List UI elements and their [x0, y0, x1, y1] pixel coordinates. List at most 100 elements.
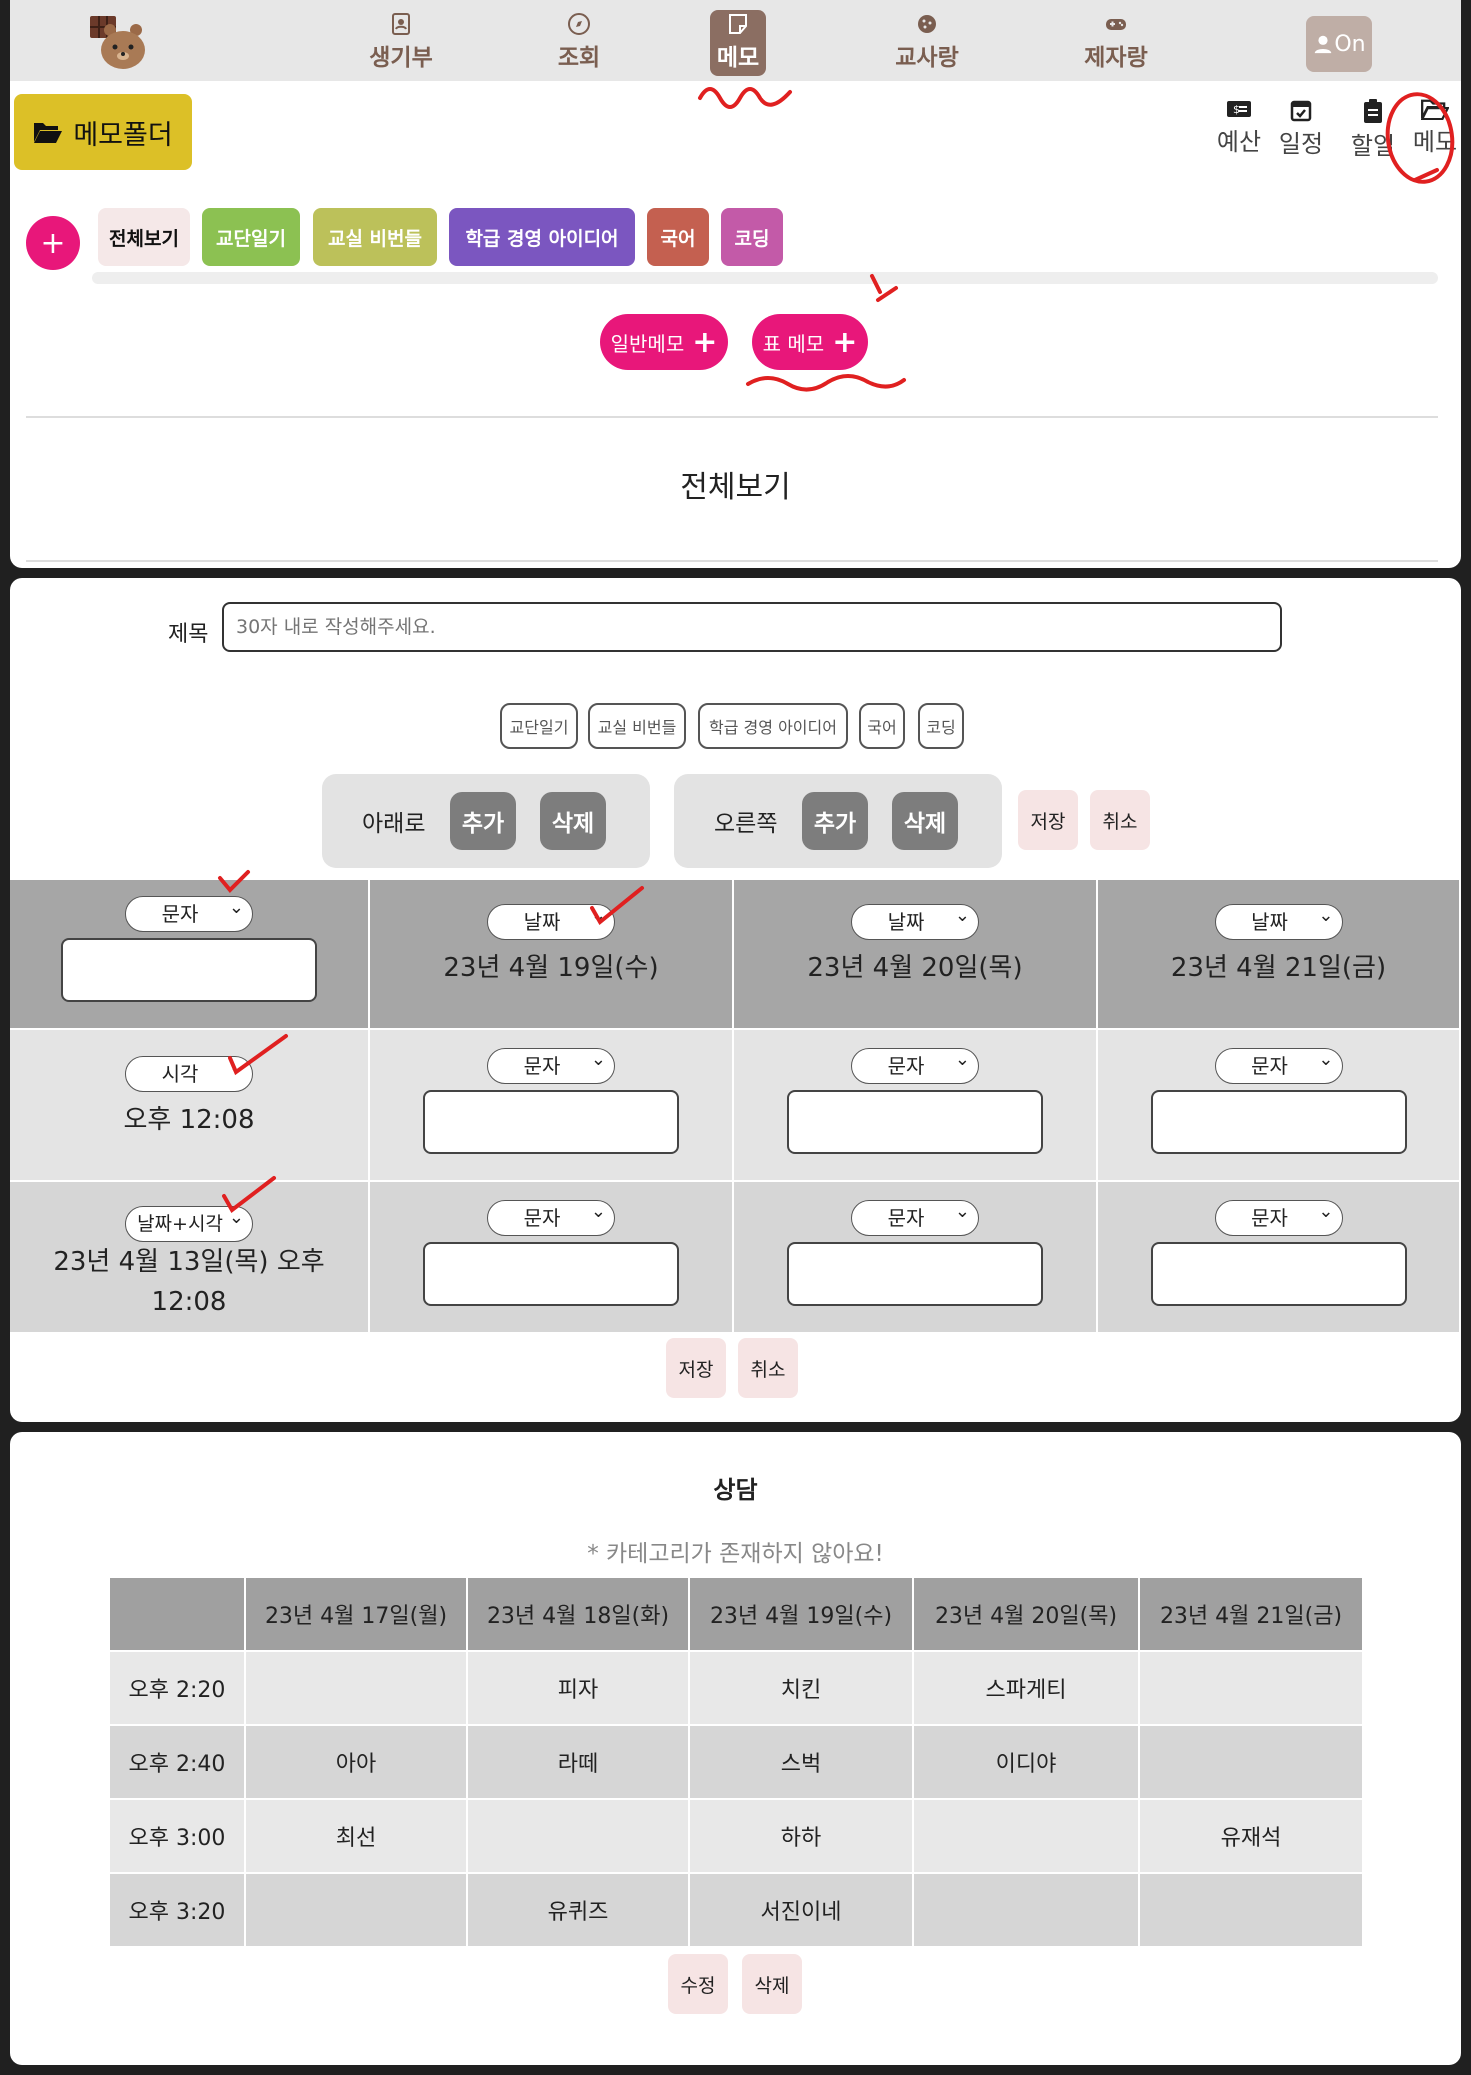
delete-column-button[interactable]: 삭제 [892, 792, 958, 850]
button-label: 삭제 [754, 1974, 790, 1997]
chip-label: 전체보기 [109, 227, 179, 250]
button-label: 취소 [750, 1358, 786, 1381]
category-chip[interactable]: 교단일기 [202, 208, 300, 266]
cell-type-select[interactable]: 날짜 [487, 899, 615, 940]
add-column-button[interactable]: 추가 [802, 792, 868, 850]
table-memo-editor: 제목 교단일기 교실 비번들 학급 경영 아이디어 국어 코딩 아래로 추가 삭… [10, 578, 1461, 1422]
cell-type-select[interactable]: 문자 [1214, 1043, 1343, 1084]
cell-text-input[interactable] [423, 1090, 679, 1154]
cell-type-select[interactable]: 문자 [1214, 1195, 1343, 1236]
category-chip[interactable]: 교실 비번들 [313, 208, 437, 266]
add-row-button[interactable]: 추가 [450, 792, 516, 850]
nav-item-teacher[interactable]: 교사랑 [882, 12, 972, 72]
table-cell: 날짜 23년 4월 20일(목) [734, 880, 1098, 1030]
cell-type-select[interactable]: 문자 [487, 1043, 615, 1084]
nav-item-lookup[interactable]: 조회 [534, 12, 624, 72]
cookie-icon [918, 15, 936, 33]
cell-type-select[interactable]: 날짜 [851, 899, 979, 940]
nav-item-saenggibu[interactable]: 생기부 [356, 12, 446, 72]
cell-text-input[interactable] [61, 938, 317, 1002]
table-cell [466, 1798, 690, 1874]
select-value: 문자 [1251, 1054, 1288, 1078]
category-toggle[interactable]: 교실 비번들 [588, 703, 686, 749]
delete-button[interactable]: 삭제 [742, 1954, 802, 2014]
category-toggle[interactable]: 학급 경영 아이디어 [698, 703, 848, 749]
cell-type-select[interactable]: 문자 [851, 1043, 979, 1084]
schedule-table: 23년 4월 17일(월) 23년 4월 18일(화) 23년 4월 19일(수… [108, 1576, 1364, 1948]
category-chip[interactable]: 학급 경영 아이디어 [449, 208, 635, 266]
calendar-check-icon [1290, 100, 1312, 122]
table-cell: 오후 2:20 [108, 1650, 246, 1726]
select-value: 문자 [523, 1206, 561, 1230]
bear-logo-icon[interactable] [88, 14, 150, 70]
cell-datetime-text: 23년 4월 13일(목) 오후 12:08 [53, 1247, 325, 1317]
title-input[interactable] [222, 602, 1282, 652]
save-button[interactable]: 저장 [1018, 790, 1078, 850]
cell-text-input[interactable] [787, 1242, 1043, 1306]
section-title: 전체보기 [680, 470, 791, 505]
category-toggle[interactable]: 국어 [859, 703, 905, 749]
table-row: 오후 3:20 유퀴즈 서진이네 [108, 1872, 1364, 1948]
button-label: 삭제 [903, 811, 947, 837]
memo-folder-button[interactable]: 메모폴더 [14, 94, 192, 170]
cell-type-select[interactable]: 시각 [125, 1051, 253, 1092]
select-value: 문자 [887, 1054, 925, 1078]
side-link-schedule[interactable]: 일정 [1276, 98, 1326, 159]
add-category-button[interactable]: + [26, 216, 80, 270]
table-header: 23년 4월 17일(월) [244, 1576, 468, 1652]
save-button[interactable]: 저장 [666, 1338, 726, 1398]
cell-date-text: 23년 4월 19일(수) [443, 953, 659, 983]
table-header: 23년 4월 20일(목) [912, 1576, 1140, 1652]
divider [26, 560, 1438, 562]
note-icon [729, 14, 747, 34]
table-cell: 문자 [370, 1182, 734, 1334]
cell-text-input[interactable] [1150, 1090, 1407, 1154]
cell-text-input[interactable] [423, 1242, 679, 1306]
category-chip[interactable]: 코딩 [721, 208, 783, 266]
table-cell: 스벅 [688, 1724, 914, 1800]
table-cell: 문자 [1098, 1030, 1461, 1182]
cell-text-input[interactable] [787, 1090, 1043, 1154]
side-link-memo[interactable]: 메모 [1410, 98, 1460, 157]
cell-type-select[interactable]: 문자 [851, 1195, 979, 1236]
cell-type-select[interactable]: 날짜+시각 [125, 1201, 253, 1242]
memo-title: 상담 [713, 1476, 758, 1504]
side-link-budget[interactable]: $ 예산 [1214, 98, 1264, 157]
table-memo-button[interactable]: 표 메모 + [752, 314, 868, 370]
cancel-button[interactable]: 취소 [1090, 790, 1150, 850]
table-cell: 유재석 [1138, 1798, 1364, 1874]
category-chip-all[interactable]: 전체보기 [98, 208, 190, 266]
table-cell [1138, 1872, 1364, 1948]
button-label: 추가 [461, 811, 505, 837]
nav-label: 제자랑 [1084, 45, 1148, 71]
table-cell [912, 1798, 1140, 1874]
cell-text-input[interactable] [1150, 1242, 1407, 1306]
nav-item-student[interactable]: 제자랑 [1071, 12, 1161, 72]
category-scrollbar[interactable] [92, 272, 1438, 284]
button-label: 수정 [680, 1974, 716, 1997]
down-label: 아래로 [362, 811, 426, 837]
folder-open-icon [1421, 99, 1449, 120]
button-label: 취소 [1102, 810, 1138, 833]
nav-item-memo[interactable]: 메모 [710, 10, 766, 76]
column-controls: 오른쪽 추가 삭제 [674, 774, 1002, 868]
table-cell: 날짜 23년 4월 21일(금) [1098, 880, 1461, 1030]
edit-button[interactable]: 수정 [668, 1954, 728, 2014]
table-cell [1138, 1650, 1364, 1726]
table-cell: 아아 [244, 1724, 468, 1800]
button-label: 삭제 [551, 811, 595, 837]
plus-icon: + [692, 324, 718, 360]
cell-type-select[interactable]: 날짜 [1214, 899, 1343, 940]
cell-type-select[interactable]: 문자 [125, 891, 253, 932]
cancel-button[interactable]: 취소 [738, 1338, 798, 1398]
memo-header-panel: 생기부 조회 메모 교사랑 제자랑 On 메모폴더 $ 예산 일정 할일 메모 … [10, 0, 1461, 568]
delete-row-button[interactable]: 삭제 [540, 792, 606, 850]
general-memo-button[interactable]: 일반메모 + [600, 314, 728, 370]
cell-type-select[interactable]: 문자 [487, 1195, 615, 1236]
category-chip[interactable]: 국어 [647, 208, 709, 266]
category-toggle[interactable]: 교단일기 [500, 703, 578, 749]
table-header: 23년 4월 18일(화) [466, 1576, 690, 1652]
profile-button[interactable]: On [1306, 16, 1372, 72]
category-toggle[interactable]: 코딩 [918, 703, 964, 749]
side-link-todo[interactable]: 할일 [1348, 98, 1398, 161]
